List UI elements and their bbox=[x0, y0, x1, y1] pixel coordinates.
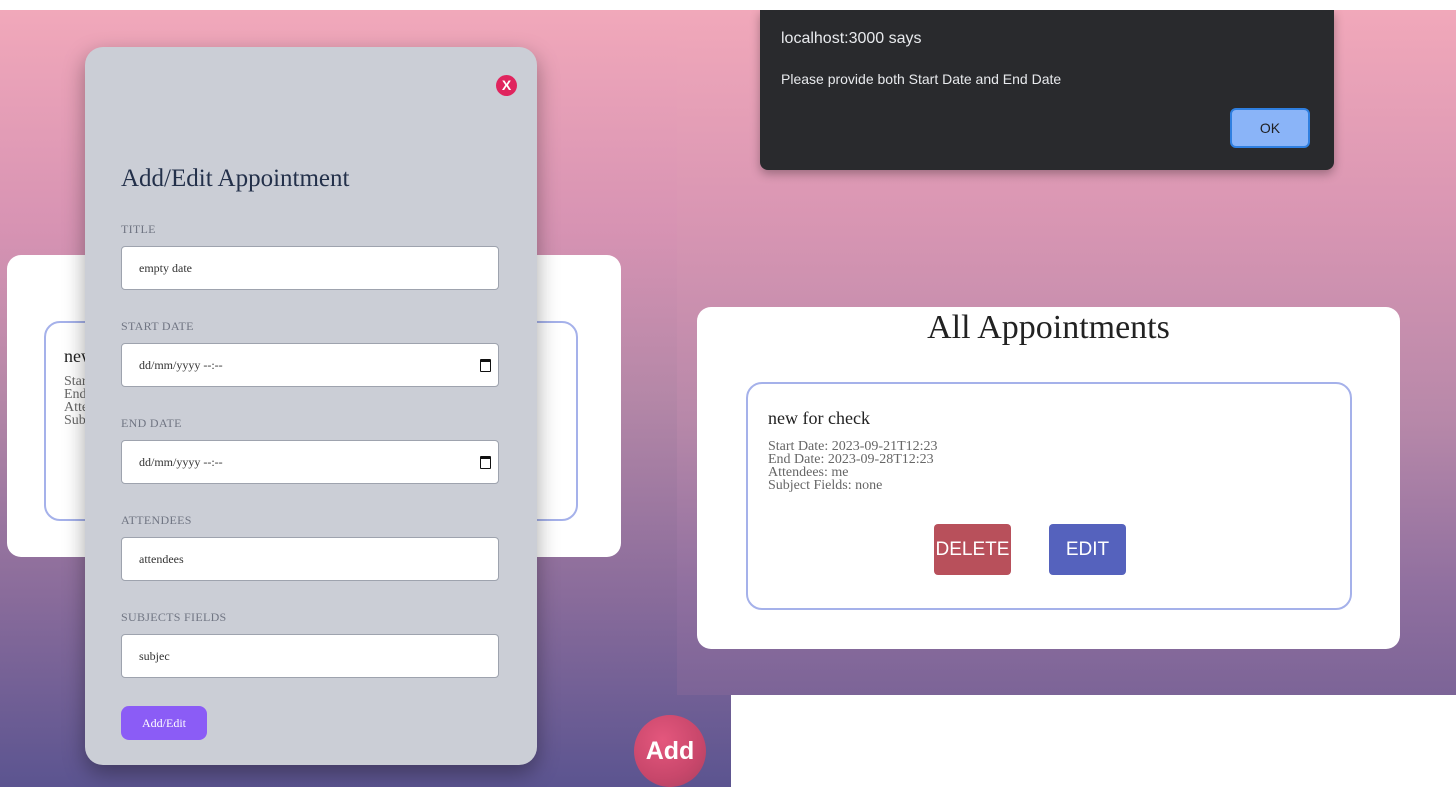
attendees-label: ATTENDEES bbox=[121, 513, 192, 527]
alert-message: Please provide both Start Date and End D… bbox=[781, 71, 1062, 87]
end-date-value: dd/mm/yyyy --:-- bbox=[139, 455, 223, 469]
alert-title: localhost:3000 says bbox=[781, 30, 922, 47]
close-icon[interactable]: X bbox=[496, 75, 517, 96]
end-date-label: END DATE bbox=[121, 416, 182, 430]
subjects-input[interactable]: subjec bbox=[121, 634, 499, 678]
page-title: All Appointments bbox=[927, 309, 1170, 346]
appointments-card: All Appointments new for check Start Dat… bbox=[697, 307, 1400, 649]
edit-button[interactable]: EDIT bbox=[1049, 524, 1126, 575]
calendar-icon[interactable] bbox=[480, 456, 491, 469]
right-app-screenshot: localhost:3000 says Please provide both … bbox=[677, 10, 1456, 695]
add-edit-button[interactable]: Add/Edit bbox=[121, 706, 207, 740]
browser-alert-dialog: localhost:3000 says Please provide both … bbox=[760, 10, 1334, 170]
attendees-input[interactable]: attendees bbox=[121, 537, 499, 581]
subjects-text: Subject Fields: none bbox=[768, 478, 883, 493]
appointment-item: new for check Start Date: 2023-09-21T12:… bbox=[746, 382, 1352, 610]
appointment-title: new for check bbox=[768, 408, 870, 428]
add-button[interactable]: Add bbox=[634, 715, 706, 787]
appointment-details: Start Date: 2023-09-21T12:23 End Date: 2… bbox=[768, 440, 938, 493]
delete-button[interactable]: DELETE bbox=[934, 524, 1011, 575]
modal-title: Add/Edit Appointment bbox=[121, 165, 350, 192]
start-date-label: START DATE bbox=[121, 319, 194, 333]
left-app-screenshot: new Star End Atte Sub X Add/Edit Appoint… bbox=[0, 10, 731, 787]
start-date-input[interactable]: dd/mm/yyyy --:-- bbox=[121, 343, 499, 387]
title-input[interactable]: empty date bbox=[121, 246, 499, 290]
calendar-icon[interactable] bbox=[480, 359, 491, 372]
ok-button[interactable]: OK bbox=[1230, 108, 1310, 148]
subjects-label: SUBJECTS FIELDS bbox=[121, 610, 227, 624]
start-date-value: dd/mm/yyyy --:-- bbox=[139, 358, 223, 372]
title-label: TITLE bbox=[121, 222, 156, 236]
end-date-input[interactable]: dd/mm/yyyy --:-- bbox=[121, 440, 499, 484]
appointment-modal: X Add/Edit Appointment TITLE empty date … bbox=[85, 47, 537, 765]
